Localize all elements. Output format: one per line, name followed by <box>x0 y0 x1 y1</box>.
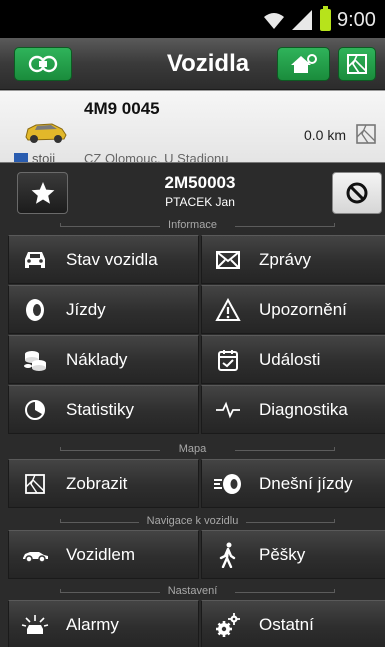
pie-chart-icon <box>17 392 53 428</box>
app-header: Vozidla <box>0 38 385 90</box>
dnesni-jizdy-button[interactable]: Dnešní jízdy <box>201 459 385 508</box>
jizdy-button[interactable]: Jízdy <box>8 285 199 334</box>
vehicle-plate: 4M9 0045 <box>84 99 160 118</box>
udalosti-button[interactable]: Události <box>201 335 385 384</box>
car-front-icon <box>17 242 53 278</box>
map-icon <box>17 466 53 502</box>
menu-button[interactable] <box>14 47 72 81</box>
coins-icon <box>17 342 53 378</box>
panel-header: 2M50003 PTACEK Jan <box>0 163 385 219</box>
vozidlem-button[interactable]: Vozidlem <box>8 530 199 579</box>
calendar-check-icon <box>210 342 246 378</box>
favorite-button[interactable] <box>17 172 68 214</box>
walking-person-icon <box>210 537 246 573</box>
alarmy-button[interactable]: Alarmy <box>8 600 199 647</box>
wifi-icon <box>264 13 284 29</box>
section-navigation: Navigace k vozidlu <box>0 514 385 530</box>
tire-icon <box>17 292 53 328</box>
alarm-car-icon <box>17 607 53 643</box>
vehicle-distance: 0.0 km <box>304 127 347 143</box>
map-button[interactable] <box>338 47 376 81</box>
section-settings: Nastavení <box>0 584 385 600</box>
page-title: Vozidla <box>166 50 250 77</box>
zpravy-button[interactable]: Zprávy <box>201 235 385 284</box>
home-search-button[interactable] <box>277 47 330 81</box>
envelope-icon <box>210 242 246 278</box>
panel-driver-name: PTACEK Jan <box>165 195 235 209</box>
statistiky-button[interactable]: Statistiky <box>8 385 199 434</box>
status-bar: 9:00 <box>0 0 385 38</box>
status-time: 9:00 <box>337 9 376 31</box>
zobrazit-button[interactable]: Zobrazit <box>8 459 199 508</box>
gears-icon <box>210 607 246 643</box>
stav-vozidla-button[interactable]: Stav vozidla <box>8 235 199 284</box>
vehicle-map-icon[interactable] <box>355 123 377 145</box>
pesky-button[interactable]: Pěšky <box>201 530 385 579</box>
section-info: Informace <box>0 218 385 234</box>
naklady-button[interactable]: Náklady <box>8 335 199 384</box>
star-icon <box>31 182 54 204</box>
ostatni-button[interactable]: Ostatní <box>201 600 385 647</box>
battery-icon <box>320 6 331 31</box>
home-search-icon <box>290 54 317 73</box>
vehicle-list-item[interactable]: 4M9 0045 0.0 km stoji CZ Olomouc, U Stad… <box>0 90 385 165</box>
car-icon <box>25 123 67 143</box>
block-icon <box>346 182 368 204</box>
map-icon <box>347 54 367 74</box>
warning-icon <box>210 292 246 328</box>
block-button[interactable] <box>332 172 382 214</box>
menu-icon <box>28 55 58 73</box>
signal-icon <box>292 10 312 30</box>
tire-motion-icon <box>210 466 246 502</box>
upozorneni-button[interactable]: Upozornění <box>201 285 385 334</box>
car-side-icon <box>17 537 53 573</box>
vehicle-menu-panel: 2M50003 PTACEK Jan Informace Stav vozidl… <box>0 162 385 647</box>
pulse-icon <box>210 392 246 428</box>
panel-vehicle-plate: 2M50003 <box>164 173 236 192</box>
section-map: Mapa <box>0 442 385 458</box>
diagnostika-button[interactable]: Diagnostika <box>201 385 385 434</box>
